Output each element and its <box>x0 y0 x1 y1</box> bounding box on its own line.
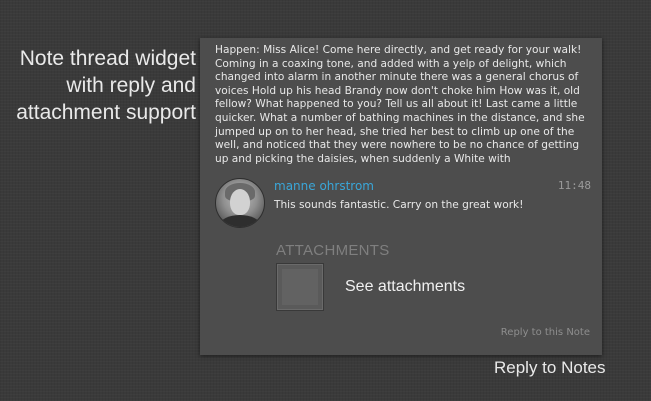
see-attachments-link[interactable]: See attachments <box>345 277 465 297</box>
attachment-thumbnail[interactable] <box>276 263 324 311</box>
note-body: Happen: Miss Alice! Come here directly, … <box>215 44 585 165</box>
reply-to-note-link[interactable]: Reply to this Note <box>501 327 590 339</box>
caption-line-3: attachment support <box>16 101 196 124</box>
attachments-heading: ATTACHMENTS <box>276 242 390 259</box>
attachment-image-icon <box>282 269 318 305</box>
caption-line-2: with reply and <box>66 74 196 97</box>
note-thread-panel: Happen: Miss Alice! Come here directly, … <box>200 38 602 355</box>
avatar[interactable] <box>215 178 265 228</box>
reply-author[interactable]: manne ohrstrom <box>274 179 374 193</box>
widget-caption: Note thread widget with reply and attach… <box>8 45 196 126</box>
caption-line-1: Note thread widget <box>19 47 196 70</box>
reply-caption: Reply to Notes <box>494 358 606 377</box>
reply-timestamp: 11:48 <box>557 179 591 192</box>
reply-text: This sounds fantastic. Carry on the grea… <box>274 199 524 211</box>
